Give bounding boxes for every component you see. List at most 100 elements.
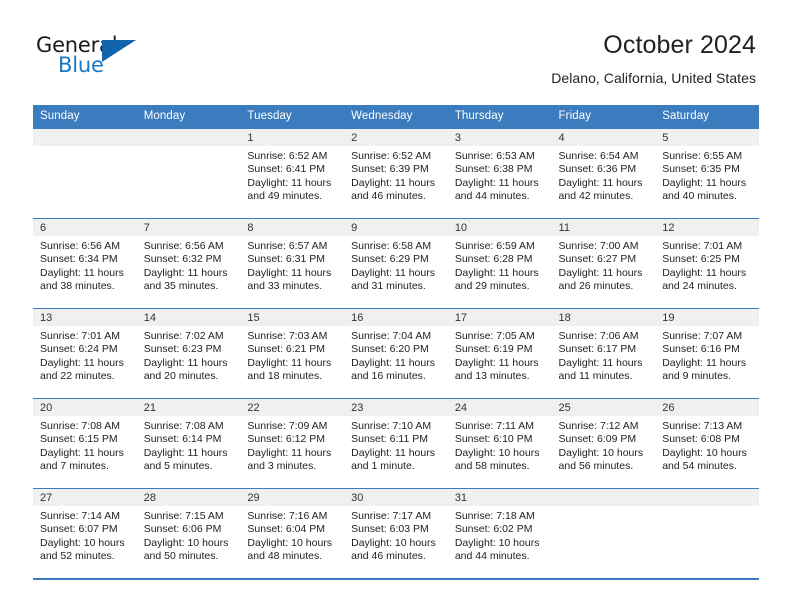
day-number: 1 [240, 129, 345, 146]
calendar-day-cell[interactable]: 12 Sunrise: 7:01 AM Sunset: 6:25 PM Dayligh… [655, 219, 759, 309]
sunset-text: Sunset: 6:10 PM [454, 433, 533, 446]
calendar-day-cell[interactable]: 4 Sunrise: 6:54 AM Sunset: 6:36 PM Daylight… [551, 129, 656, 219]
calendar-body: 1 Sunrise: 6:52 AM Sunset: 6:41 PM Daylight… [33, 128, 759, 579]
calendar-day-cell[interactable]: 17 Sunrise: 7:05 AM Sunset: 6:19 PM Dayligh… [447, 309, 552, 399]
sunrise-text: Sunrise: 7:08 AM [40, 420, 120, 432]
day-details: Sunrise: 7:06 AM Sunset: 6:17 PM Daylight:… [552, 326, 656, 383]
weekday-header-thursday: Thursday [447, 105, 552, 129]
calendar-day-cell[interactable]: 27 Sunrise: 7:14 AM Sunset: 6:07 PM Dayligh… [33, 489, 137, 579]
calendar-day-cell[interactable]: 23 Sunrise: 7:10 AM Sunset: 6:11 PM Dayligh… [344, 399, 448, 489]
calendar-day-cell[interactable]: 25 Sunrise: 7:12 AM Sunset: 6:09 PM Dayligh… [551, 399, 656, 489]
day-number: 7 [136, 219, 241, 236]
day-number: 29 [240, 489, 345, 506]
day-details: Sunrise: 6:59 AM Sunset: 6:28 PM Daylight:… [448, 236, 552, 293]
sunrise-text: Sunrise: 6:55 AM [662, 150, 743, 162]
calendar-day-cell[interactable]: 13 Sunrise: 7:01 AM Sunset: 6:24 PM Dayligh… [33, 309, 137, 399]
day-details: Sunrise: 7:00 AM Sunset: 6:27 PM Daylight:… [552, 236, 656, 293]
day-details: Sunrise: 7:09 AM Sunset: 6:12 PM Daylight:… [240, 416, 344, 473]
daylight-text: Daylight: 11 hours and 44 minutes. [454, 176, 539, 202]
sunrise-text: Sunrise: 6:59 AM [454, 240, 535, 252]
calendar-day-cell[interactable]: 24 Sunrise: 7:11 AM Sunset: 6:10 PM Dayligh… [447, 399, 552, 489]
calendar-day-cell[interactable]: 5 Sunrise: 6:55 AM Sunset: 6:35 PM Daylight… [655, 129, 759, 219]
sunrise-text: Sunrise: 7:04 AM [351, 330, 432, 342]
calendar-day-cell-empty [655, 489, 759, 579]
daylight-text: Daylight: 11 hours and 40 minutes. [662, 176, 747, 202]
calendar-day-cell[interactable]: 31 Sunrise: 7:18 AM Sunset: 6:02 PM Dayligh… [447, 489, 552, 579]
calendar-week-row: 6 Sunrise: 6:56 AM Sunset: 6:34 PM Daylight… [33, 218, 759, 309]
calendar-day-cell[interactable]: 18 Sunrise: 7:06 AM Sunset: 6:17 PM Dayligh… [551, 309, 656, 399]
calendar-day-cell[interactable]: 3 Sunrise: 6:53 AM Sunset: 6:38 PM Daylight… [447, 129, 552, 219]
sunset-text: Sunset: 6:17 PM [558, 343, 637, 356]
calendar-day-cell-empty [33, 129, 137, 219]
daylight-text: Daylight: 11 hours and 38 minutes. [40, 266, 124, 292]
day-details [33, 146, 137, 150]
day-details: Sunrise: 7:02 AM Sunset: 6:23 PM Daylight:… [137, 326, 241, 383]
sunset-text: Sunset: 6:14 PM [143, 433, 222, 446]
day-details: Sunrise: 6:52 AM Sunset: 6:41 PM Daylight:… [240, 146, 344, 203]
sunset-text: Sunset: 6:08 PM [662, 433, 740, 446]
calendar-day-cell[interactable]: 29 Sunrise: 7:16 AM Sunset: 6:04 PM Dayligh… [240, 489, 345, 579]
sunrise-text: Sunrise: 7:17 AM [351, 510, 432, 522]
page-subtitle: Delano, California, United States [551, 70, 756, 86]
calendar-day-cell[interactable]: 26 Sunrise: 7:13 AM Sunset: 6:08 PM Dayligh… [655, 399, 759, 489]
sunset-text: Sunset: 6:23 PM [143, 343, 222, 356]
day-number: 12 [655, 219, 759, 236]
day-number: 21 [136, 399, 241, 416]
calendar-day-cell[interactable]: 10 Sunrise: 6:59 AM Sunset: 6:28 PM Dayligh… [447, 219, 552, 309]
daylight-text: Daylight: 10 hours and 56 minutes. [558, 446, 644, 472]
calendar-day-cell[interactable]: 2 Sunrise: 6:52 AM Sunset: 6:39 PM Daylight… [344, 129, 448, 219]
calendar-day-cell[interactable]: 21 Sunrise: 7:08 AM Sunset: 6:14 PM Dayligh… [136, 399, 241, 489]
calendar-day-cell[interactable]: 8 Sunrise: 6:57 AM Sunset: 6:31 PM Daylight… [240, 219, 345, 309]
calendar-day-cell[interactable]: 15 Sunrise: 7:03 AM Sunset: 6:21 PM Dayligh… [240, 309, 345, 399]
logo-triangle-icon [102, 40, 136, 62]
sunrise-text: Sunrise: 7:01 AM [662, 240, 743, 252]
calendar-day-cell[interactable]: 20 Sunrise: 7:08 AM Sunset: 6:15 PM Dayligh… [33, 399, 137, 489]
sunset-text: Sunset: 6:28 PM [454, 253, 533, 266]
weekday-header-friday: Friday [551, 105, 656, 129]
page-header: General Blue October 2024 Delano, Califo… [0, 0, 792, 100]
day-details: Sunrise: 7:10 AM Sunset: 6:11 PM Daylight:… [344, 416, 448, 473]
logo-text-blue: Blue [58, 53, 104, 77]
calendar-day-cell[interactable]: 14 Sunrise: 7:02 AM Sunset: 6:23 PM Dayligh… [136, 309, 241, 399]
daylight-text: Daylight: 10 hours and 44 minutes. [454, 536, 540, 562]
calendar-day-cell[interactable]: 11 Sunrise: 7:00 AM Sunset: 6:27 PM Dayligh… [551, 219, 656, 309]
day-number: 22 [240, 399, 345, 416]
calendar-page: General Blue October 2024 Delano, Califo… [0, 0, 792, 612]
calendar-day-cell[interactable]: 1 Sunrise: 6:52 AM Sunset: 6:41 PM Daylight… [240, 129, 345, 219]
calendar-day-cell[interactable]: 28 Sunrise: 7:15 AM Sunset: 6:06 PM Dayligh… [136, 489, 241, 579]
day-number: 13 [33, 309, 137, 326]
daylight-text: Daylight: 11 hours and 5 minutes. [143, 446, 228, 472]
general-blue-logo[interactable]: General Blue [36, 34, 146, 82]
sunset-text: Sunset: 6:09 PM [558, 433, 637, 446]
calendar-day-cell[interactable]: 16 Sunrise: 7:04 AM Sunset: 6:20 PM Dayligh… [344, 309, 448, 399]
day-details: Sunrise: 7:17 AM Sunset: 6:03 PM Daylight:… [344, 506, 448, 563]
sunset-text: Sunset: 6:36 PM [558, 163, 637, 176]
daylight-text: Daylight: 10 hours and 48 minutes. [247, 536, 333, 562]
page-title: October 2024 [603, 31, 756, 59]
day-details: Sunrise: 6:56 AM Sunset: 6:32 PM Daylight:… [137, 236, 241, 293]
day-number: 30 [344, 489, 448, 506]
daylight-text: Daylight: 10 hours and 54 minutes. [662, 446, 747, 472]
sunset-text: Sunset: 6:41 PM [247, 163, 326, 176]
calendar-day-cell[interactable]: 30 Sunrise: 7:17 AM Sunset: 6:03 PM Dayligh… [344, 489, 448, 579]
calendar-day-cell[interactable]: 7 Sunrise: 6:56 AM Sunset: 6:32 PM Daylight… [136, 219, 241, 309]
day-details: Sunrise: 6:58 AM Sunset: 6:29 PM Daylight:… [344, 236, 448, 293]
sunset-text: Sunset: 6:21 PM [247, 343, 326, 356]
day-details: Sunrise: 7:04 AM Sunset: 6:20 PM Daylight:… [344, 326, 448, 383]
daylight-text: Daylight: 11 hours and 22 minutes. [40, 356, 124, 382]
day-details: Sunrise: 6:55 AM Sunset: 6:35 PM Daylight:… [655, 146, 759, 203]
calendar-day-cell-empty [551, 489, 656, 579]
sunset-text: Sunset: 6:16 PM [662, 343, 740, 356]
sunset-text: Sunset: 6:07 PM [40, 523, 118, 536]
day-number [655, 489, 759, 506]
sunset-text: Sunset: 6:38 PM [454, 163, 533, 176]
calendar-day-cell[interactable]: 22 Sunrise: 7:09 AM Sunset: 6:12 PM Dayligh… [240, 399, 345, 489]
calendar-day-cell[interactable]: 9 Sunrise: 6:58 AM Sunset: 6:29 PM Daylight… [344, 219, 448, 309]
calendar-day-cell[interactable]: 6 Sunrise: 6:56 AM Sunset: 6:34 PM Daylight… [33, 219, 137, 309]
daylight-text: Daylight: 10 hours and 46 minutes. [351, 536, 436, 562]
sunrise-text: Sunrise: 6:57 AM [247, 240, 328, 252]
day-number: 17 [447, 309, 552, 326]
day-number: 26 [655, 399, 759, 416]
calendar-day-cell[interactable]: 19 Sunrise: 7:07 AM Sunset: 6:16 PM Dayligh… [655, 309, 759, 399]
day-number: 25 [551, 399, 656, 416]
